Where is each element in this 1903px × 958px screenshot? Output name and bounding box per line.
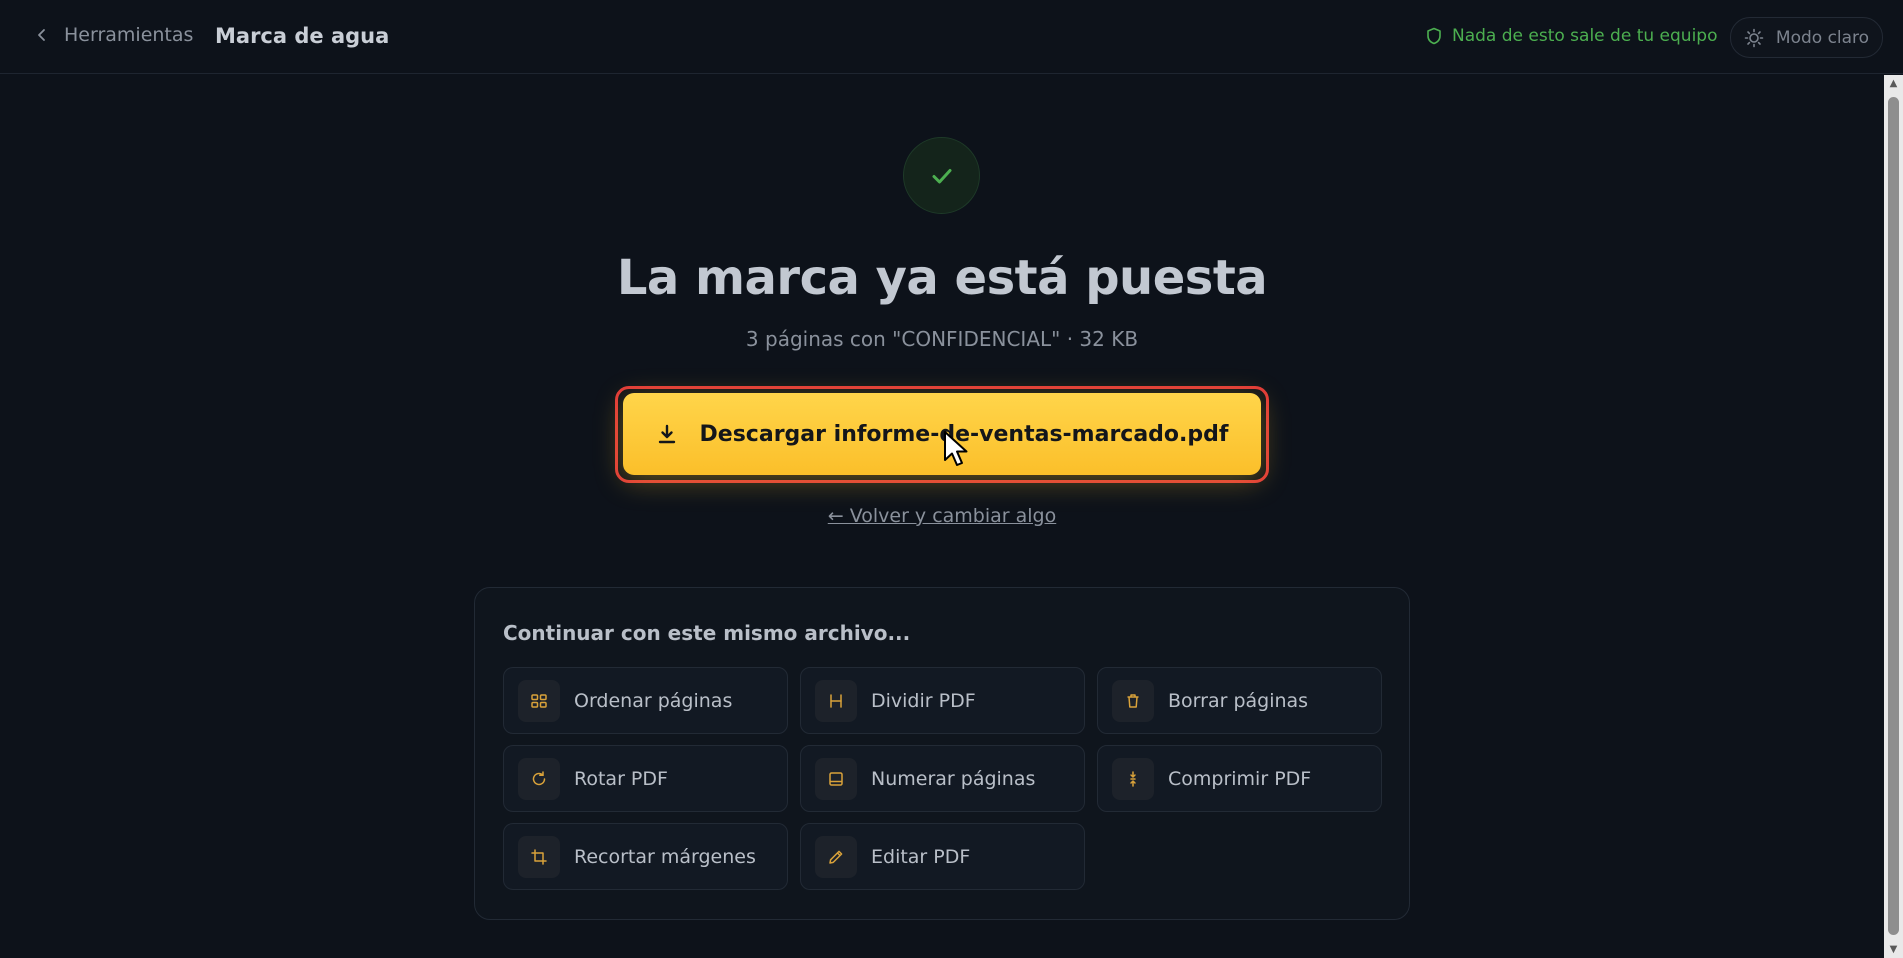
top-bar: Herramientas Marca de agua Nada de esto … <box>0 0 1903 74</box>
tool-label: Recortar márgenes <box>574 845 756 868</box>
download-button-label: Descargar informe-de-ventas-marcado.pdf <box>699 421 1229 447</box>
back-link-label: Herramientas <box>64 24 194 46</box>
scroll-down-arrow-icon[interactable]: ▼ <box>1884 941 1903 958</box>
tool-delete-pages[interactable]: Borrar páginas <box>1097 667 1382 734</box>
scroll-up-arrow-icon[interactable]: ▲ <box>1884 75 1903 92</box>
tool-compress-pdf[interactable]: Comprimir PDF <box>1097 745 1382 812</box>
back-to-tools-link[interactable]: Herramientas <box>34 24 193 46</box>
tool-label: Dividir PDF <box>871 689 976 712</box>
chevron-left-icon <box>38 29 45 41</box>
grid-icon <box>518 679 560 722</box>
theme-toggle-label: Modo claro <box>1775 27 1870 48</box>
tool-label: Editar PDF <box>871 845 971 868</box>
tool-number-pages[interactable]: Numerar páginas <box>800 745 1085 812</box>
tool-label: Numerar páginas <box>871 767 1036 790</box>
sun-icon <box>1744 28 1764 47</box>
tool-sort-pages[interactable]: Ordenar páginas <box>503 667 788 734</box>
theme-toggle-button[interactable]: Modo claro <box>1730 17 1883 58</box>
download-icon <box>658 424 675 444</box>
tool-edit-pdf[interactable]: Editar PDF <box>800 823 1085 890</box>
compress-icon <box>1112 757 1154 800</box>
page-number-icon <box>815 757 857 800</box>
tool-crop-margins[interactable]: Recortar márgenes <box>503 823 788 890</box>
back-and-change-label[interactable]: ← Volver y cambiar algo <box>828 505 1057 527</box>
rotate-icon <box>518 757 560 800</box>
crop-icon <box>518 835 560 878</box>
continue-panel-title: Continuar con este mismo archivo... <box>503 621 911 645</box>
trash-icon <box>1112 679 1154 722</box>
tool-label: Comprimir PDF <box>1168 767 1312 790</box>
result-headline: La marca ya está puesta <box>616 250 1268 306</box>
pencil-icon <box>815 835 857 878</box>
privacy-note-label: Nada de esto sale de tu equipo <box>1452 26 1718 46</box>
shield-icon <box>1427 27 1441 45</box>
download-button[interactable]: Descargar informe-de-ventas-marcado.pdf <box>623 393 1261 475</box>
success-badge <box>903 137 980 214</box>
tool-split-pdf[interactable]: Dividir PDF <box>800 667 1085 734</box>
tool-label: Borrar páginas <box>1168 689 1309 712</box>
checkmark-icon <box>932 168 951 183</box>
page-title: Marca de agua <box>215 24 390 48</box>
tool-rotate-pdf[interactable]: Rotar PDF <box>503 745 788 812</box>
privacy-note: Nada de esto sale de tu equipo <box>1426 26 1717 46</box>
tool-label: Ordenar páginas <box>574 689 733 712</box>
scrollbar-thumb[interactable] <box>1888 97 1899 935</box>
result-summary: 3 páginas con "CONFIDENCIAL" · 32 KB <box>745 327 1139 351</box>
continue-panel: Continuar con este mismo archivo... Orde… <box>474 587 1410 920</box>
tool-label: Rotar PDF <box>574 767 668 790</box>
vertical-scrollbar[interactable]: ▲ ▼ <box>1884 75 1903 958</box>
split-icon <box>815 679 857 722</box>
back-and-change-link[interactable]: ← Volver y cambiar algo <box>0 505 1884 527</box>
